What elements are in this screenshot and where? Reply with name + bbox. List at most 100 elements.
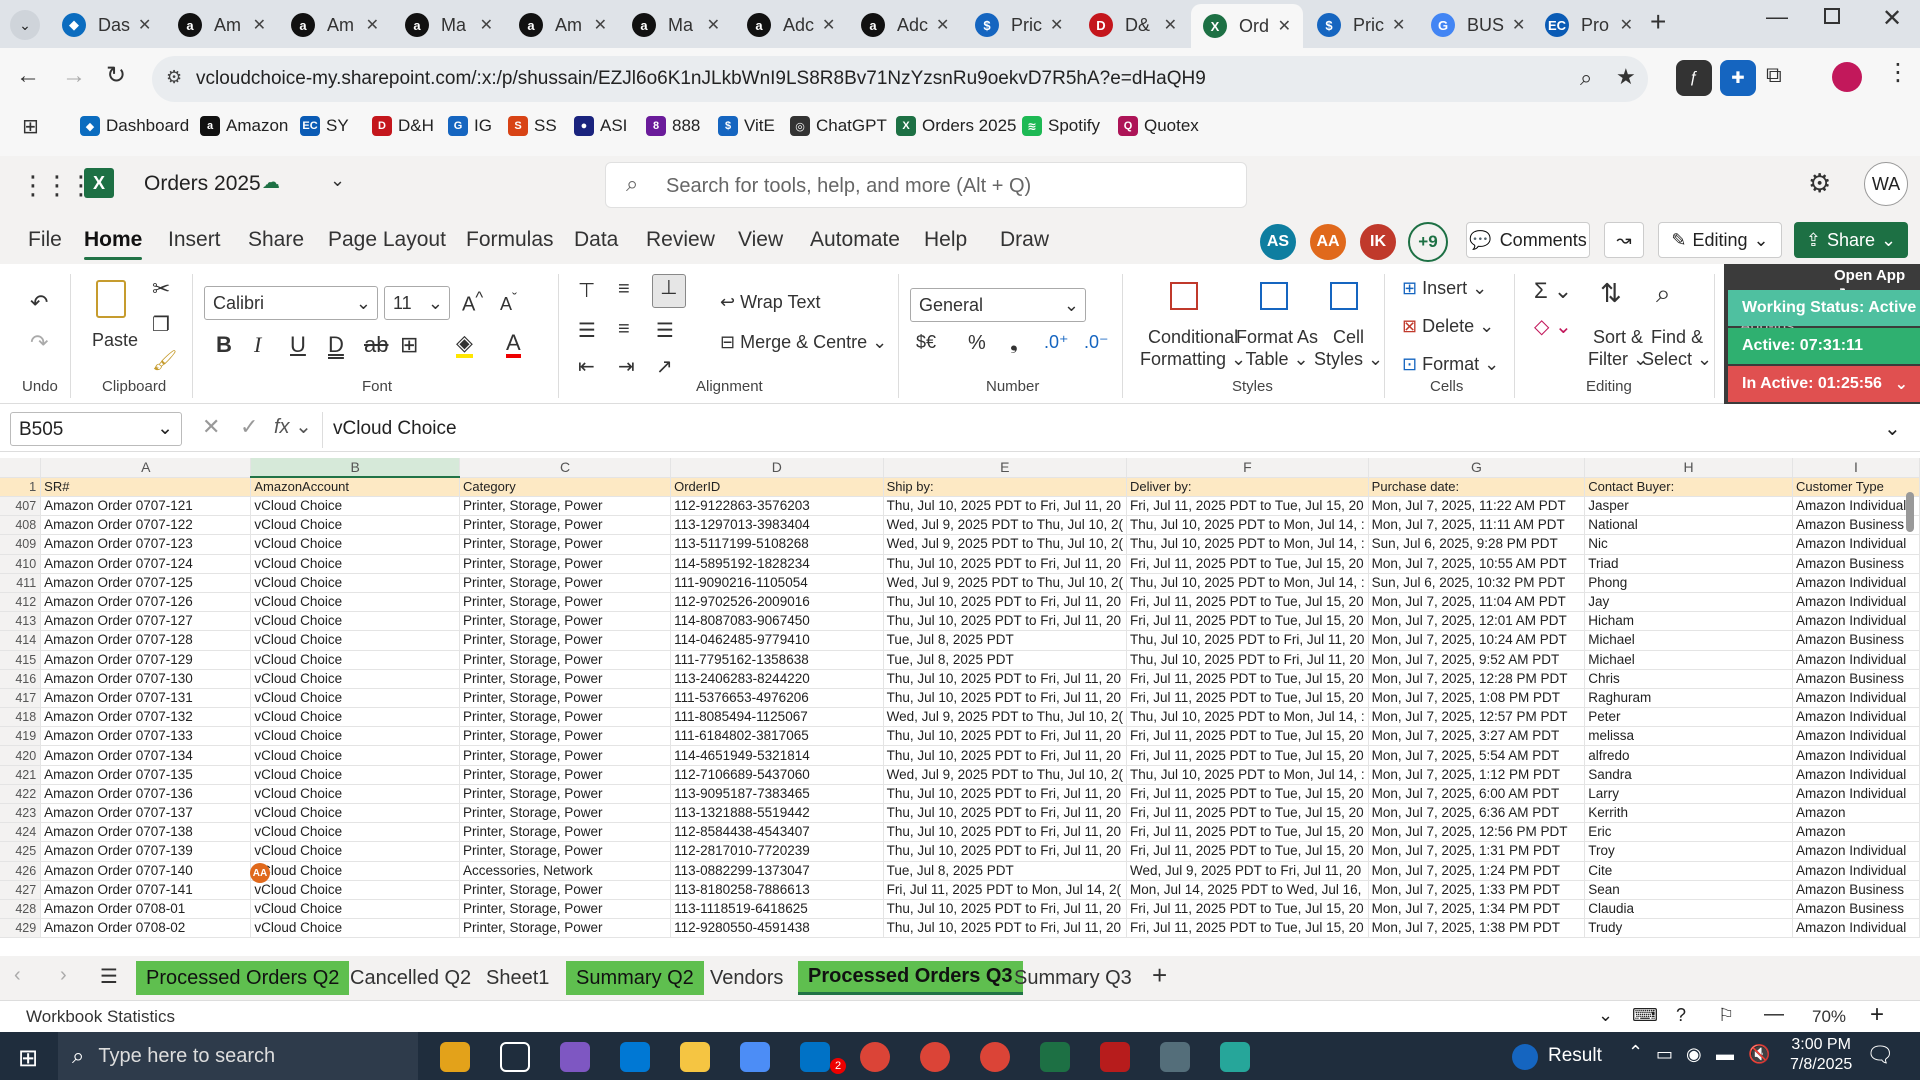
cell[interactable]: Wed, Jul 9, 2025 PDT to Fri, Jul 11, 20	[1126, 861, 1369, 881]
cell[interactable]: Printer, Storage, Power	[459, 688, 672, 709]
cell[interactable]: Cite	[1584, 861, 1793, 881]
column-header[interactable]: C	[459, 458, 672, 478]
catch-up-icon[interactable]: ↝	[1604, 222, 1644, 258]
volume-muted-icon[interactable]: 🔇	[1748, 1044, 1770, 1065]
ribbon-tab[interactable]: File	[28, 228, 62, 252]
cell[interactable]: Wed, Jul 9, 2025 PDT to Thu, Jul 10, 2(	[883, 515, 1128, 536]
browser-tab[interactable]: a Am ✕	[507, 6, 619, 44]
cell[interactable]: Amazon Business	[1792, 515, 1920, 536]
row-number[interactable]: 422	[0, 784, 42, 805]
header-cell[interactable]: Category	[459, 477, 672, 497]
help-icon[interactable]: ?	[1676, 1005, 1686, 1026]
cell[interactable]: Amazon	[1792, 803, 1920, 824]
cell[interactable]: Fri, Jul 11, 2025 PDT to Tue, Jul 15, 20	[1126, 899, 1369, 920]
cell[interactable]: Amazon Order 0707-129	[40, 650, 252, 670]
cell[interactable]: Mon, Jul 7, 2025, 10:55 AM PDT	[1368, 554, 1586, 574]
wrap-text-button[interactable]: ↩ Wrap Text	[720, 292, 820, 313]
paste-button[interactable]: Paste	[92, 330, 138, 351]
cell[interactable]: vCloud Choice	[250, 745, 460, 766]
taskbar-search-input[interactable]: ⌕ Type here to search	[58, 1032, 418, 1080]
cell[interactable]: Amazon Order 0707-124	[40, 554, 252, 574]
paste-icon[interactable]	[96, 280, 126, 318]
cell[interactable]: 113-0882299-1373047	[670, 861, 884, 881]
sort-filter-button[interactable]: Sort & Filter ⌄	[1588, 326, 1648, 370]
cell[interactable]: Mon, Jul 7, 2025, 12:57 PM PDT	[1368, 707, 1586, 728]
presence-more[interactable]: +9	[1408, 222, 1448, 262]
italic-icon[interactable]: I	[254, 332, 261, 358]
site-info-icon[interactable]: ⚙	[166, 67, 182, 88]
keyboard-icon[interactable]: ⌨	[1632, 1005, 1658, 1026]
cell[interactable]: Sandra	[1584, 765, 1793, 785]
column-header[interactable]: A	[40, 458, 252, 478]
cell[interactable]: Amazon Individual	[1792, 611, 1920, 632]
column-header[interactable]: E	[883, 458, 1128, 478]
row-number[interactable]: 423	[0, 803, 42, 824]
cell[interactable]: Printer, Storage, Power	[459, 765, 672, 785]
collaborator-cursor-badge[interactable]: AA	[250, 863, 270, 883]
bookmark-item[interactable]: 8 888	[646, 112, 700, 140]
filezilla-icon[interactable]	[1100, 1042, 1130, 1072]
browser-tab[interactable]: a Adc ✕	[735, 6, 847, 44]
bookmark-item[interactable]: EC SY	[300, 112, 349, 140]
cell[interactable]: vCloud Choice	[250, 765, 460, 785]
cell-styles-button[interactable]: Cell Styles ⌄	[1314, 326, 1383, 370]
cell[interactable]: 112-2817010-7720239	[670, 841, 884, 862]
cell[interactable]: Thu, Jul 10, 2025 PDT to Fri, Jul 11, 20	[883, 688, 1128, 709]
chrome-icon[interactable]	[920, 1042, 950, 1072]
cell[interactable]: Printer, Storage, Power	[459, 630, 672, 651]
cell[interactable]: 112-7106689-5437060	[670, 765, 884, 785]
cell[interactable]: Amazon Individual	[1792, 841, 1920, 862]
row-number[interactable]: 418	[0, 707, 42, 728]
align-left-icon[interactable]: ☰	[578, 318, 596, 343]
cell[interactable]: Trudy	[1584, 918, 1793, 939]
cell[interactable]: 114-4651949-5321814	[670, 745, 884, 766]
search-input[interactable]: ⌕ Search for tools, help, and more (Alt …	[605, 162, 1247, 208]
cell[interactable]: Mon, Jul 7, 2025, 1:34 PM PDT	[1368, 899, 1586, 920]
cell[interactable]: vCloud Choice	[250, 688, 460, 709]
cell[interactable]: Fri, Jul 11, 2025 PDT to Tue, Jul 15, 20	[1126, 688, 1369, 709]
cell[interactable]: Mon, Jul 7, 2025, 5:54 AM PDT	[1368, 745, 1586, 766]
cell[interactable]: vCloud Choice	[250, 534, 460, 555]
cell[interactable]: Fri, Jul 11, 2025 PDT to Tue, Jul 15, 20	[1126, 745, 1369, 766]
row-number[interactable]: 421	[0, 765, 42, 785]
cell[interactable]: Printer, Storage, Power	[459, 592, 672, 613]
cell[interactable]: Amazon Order 0707-122	[40, 515, 252, 536]
row-number[interactable]: 414	[0, 630, 42, 651]
settings-gear-icon[interactable]: ⚙	[1808, 168, 1831, 199]
cell[interactable]: Thu, Jul 10, 2025 PDT to Mon, Jul 14, :	[1126, 765, 1369, 785]
cell[interactable]: vCloud Choice	[250, 515, 460, 536]
cell[interactable]: Mon, Jul 7, 2025, 1:38 PM PDT	[1368, 918, 1586, 939]
expand-formula-bar-icon[interactable]: ⌄	[1884, 416, 1901, 441]
align-bottom-icon[interactable]: ⊥	[652, 274, 686, 308]
cell[interactable]: Amazon Order 0707-139	[40, 841, 252, 862]
cell[interactable]: Mon, Jul 7, 2025, 11:22 AM PDT	[1368, 496, 1586, 517]
cell[interactable]: Printer, Storage, Power	[459, 726, 672, 747]
cell[interactable]: Amazon Business	[1792, 554, 1920, 574]
user-avatar[interactable]: WA	[1864, 162, 1908, 206]
cell[interactable]: 113-1297013-3983404	[670, 515, 884, 536]
cell[interactable]: Amazon Individual	[1792, 707, 1920, 728]
cell[interactable]: Amazon Business	[1792, 899, 1920, 920]
cell[interactable]: Printer, Storage, Power	[459, 573, 672, 593]
cell[interactable]: Amazon Individual	[1792, 861, 1920, 881]
back-icon[interactable]: ←	[16, 62, 40, 90]
sheet-tab[interactable]: Sheet1	[476, 961, 559, 995]
cell[interactable]: Printer, Storage, Power	[459, 707, 672, 728]
cell[interactable]: Fri, Jul 11, 2025 PDT to Tue, Jul 15, 20	[1126, 496, 1369, 517]
presence-avatar[interactable]: AA	[1308, 222, 1348, 262]
ribbon-tab[interactable]: Share	[248, 228, 304, 252]
font-name-select[interactable]: Calibri ⌄	[204, 286, 378, 320]
cell[interactable]: Wed, Jul 9, 2025 PDT to Thu, Jul 10, 2(	[883, 707, 1128, 728]
cell[interactable]: Fri, Jul 11, 2025 PDT to Tue, Jul 15, 20	[1126, 611, 1369, 632]
cell[interactable]: Printer, Storage, Power	[459, 841, 672, 862]
conditional-formatting-icon[interactable]	[1170, 282, 1198, 310]
ribbon-tab[interactable]: Automate	[810, 228, 900, 252]
browser-tab[interactable]: a Am ✕	[166, 6, 278, 44]
clear-icon[interactable]: ◇ ⌄	[1534, 314, 1572, 339]
cell[interactable]: Michael	[1584, 650, 1793, 670]
tab-close-icon[interactable]: ✕	[1384, 15, 1405, 35]
select-all-corner[interactable]	[0, 458, 42, 478]
row-number[interactable]: 409	[0, 534, 42, 555]
column-header[interactable]: G	[1368, 458, 1586, 478]
cell[interactable]: Thu, Jul 10, 2025 PDT to Fri, Jul 11, 20	[1126, 630, 1369, 651]
